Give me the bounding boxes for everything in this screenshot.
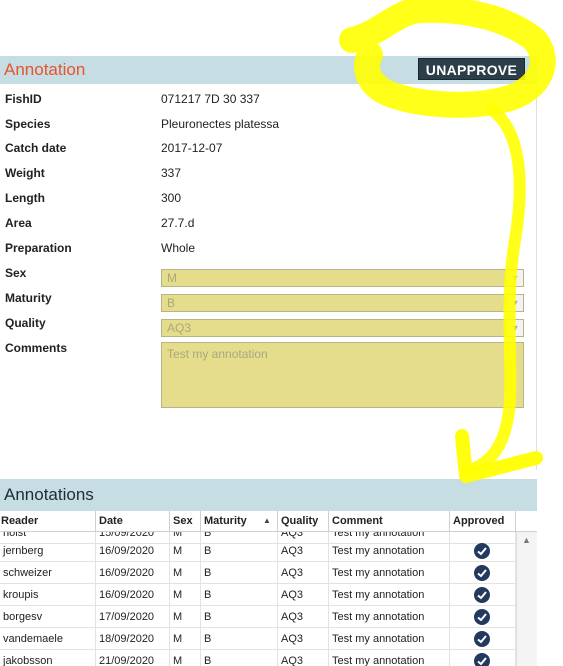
column-header-comment[interactable]: Comment [329,511,450,531]
fishid-label: FishID [5,92,42,106]
length-label: Length [5,191,45,205]
cell-date: 16/09/2020 [96,562,170,584]
table-header: Reader Date Sex Maturity ▲ Quality Commen… [0,511,537,532]
maturity-select[interactable]: B ▼ [161,294,524,312]
cell-approved [450,584,516,606]
check-circle-icon[interactable] [474,631,490,647]
table-scrollbar[interactable]: ▲ [516,531,537,666]
cell-sex: M [170,628,201,650]
table-row[interactable]: jakobsson 21/09/2020 M B AQ3 Test my ann… [0,650,516,666]
catch-date-value: 2017-12-07 [161,141,223,155]
cell-maturity: B [201,584,278,606]
species-label: Species [5,117,51,131]
cell-quality: AQ3 [278,650,329,666]
cell-sex: M [170,584,201,606]
chevron-down-icon[interactable]: ▼ [506,295,523,311]
cell-reader: schweizer [0,562,96,584]
cell-approved [450,628,516,650]
cell-comment: Test my annotation [329,540,450,562]
check-circle-icon[interactable] [474,565,490,581]
comments-textarea[interactable]: Test my annotation [161,342,524,408]
check-circle-icon[interactable] [474,609,490,625]
table-row[interactable]: vandemaele 18/09/2020 M B AQ3 Test my an… [0,628,516,650]
cell-maturity: B [201,628,278,650]
sex-select-value: M [167,271,177,285]
column-header-maturity-label: Maturity [204,515,247,527]
cell-comment: Test my annotation [329,650,450,666]
cell-quality: AQ3 [278,562,329,584]
cell-maturity: B [201,540,278,562]
quality-label: Quality [5,316,46,330]
cell-date: 16/09/2020 [96,540,170,562]
annotations-title: Annotations [4,485,94,504]
sex-select[interactable]: M ▼ [161,269,524,287]
annotations-table: holst 15/09/2020 M B AQ3 Test my annotat… [0,511,537,666]
quality-select-value: AQ3 [167,321,192,335]
cell-quality: AQ3 [278,628,329,650]
cell-maturity: B [201,606,278,628]
sort-ascending-icon: ▲ [263,516,271,525]
cell-reader: vandemaele [0,628,96,650]
check-circle-icon[interactable] [474,587,490,603]
area-label: Area [5,216,32,230]
cell-quality: AQ3 [278,540,329,562]
species-value: Pleuronectes platessa [161,117,280,131]
maturity-label: Maturity [5,291,52,305]
cell-maturity: B [201,650,278,666]
cell-date: 17/09/2020 [96,606,170,628]
area-value: 27.7.d [161,216,195,230]
check-circle-icon[interactable] [474,543,490,559]
table-row[interactable]: jernberg 16/09/2020 M B AQ3 Test my anno… [0,540,516,562]
catch-date-label: Catch date [5,141,67,155]
unapprove-button[interactable]: UNAPPROVE [418,58,525,80]
length-value: 300 [161,191,182,205]
cell-sex: M [170,606,201,628]
cell-approved [450,606,516,628]
cell-reader: kroupis [0,584,96,606]
column-header-approved[interactable]: Approved [450,511,516,531]
cell-reader: jernberg [0,540,96,562]
column-header-sex[interactable]: Sex [170,511,201,531]
cell-quality: AQ3 [278,584,329,606]
cell-approved [450,562,516,584]
preparation-value: Whole [161,241,196,255]
cell-maturity: B [201,562,278,584]
maturity-select-value: B [167,296,176,310]
column-header-maturity[interactable]: Maturity ▲ [201,511,278,531]
annotation-title: Annotation [4,60,86,79]
column-header-quality[interactable]: Quality [278,511,329,531]
weight-label: Weight [5,166,45,180]
quality-select[interactable]: AQ3 ▼ [161,319,524,337]
cell-approved [450,650,516,666]
cell-sex: M [170,562,201,584]
cell-comment: Test my annotation [329,628,450,650]
cell-approved [450,540,516,562]
table-row[interactable]: schweizer 16/09/2020 M B AQ3 Test my ann… [0,562,516,584]
column-header-date[interactable]: Date [96,511,170,531]
cell-reader: borgesv [0,606,96,628]
cell-comment: Test my annotation [329,562,450,584]
cell-sex: M [170,540,201,562]
comments-text: Test my annotation [167,347,268,361]
cell-comment: Test my annotation [329,606,450,628]
cell-sex: M [170,650,201,666]
chevron-down-icon[interactable]: ▼ [506,270,523,286]
column-header-reader[interactable]: Reader [0,511,96,531]
cell-reader: jakobsson [0,650,96,666]
scroll-up-icon[interactable]: ▲ [522,535,531,545]
chevron-down-icon[interactable]: ▼ [506,320,523,336]
cell-date: 16/09/2020 [96,584,170,606]
table-row[interactable]: borgesv 17/09/2020 M B AQ3 Test my annot… [0,606,516,628]
cell-date: 18/09/2020 [96,628,170,650]
preparation-label: Preparation [5,241,72,255]
table-row[interactable]: kroupis 16/09/2020 M B AQ3 Test my annot… [0,584,516,606]
cell-comment: Test my annotation [329,584,450,606]
check-circle-icon[interactable] [474,653,490,666]
sex-label: Sex [5,266,27,280]
comments-label: Comments [5,341,68,355]
cell-date: 21/09/2020 [96,650,170,666]
cell-quality: AQ3 [278,606,329,628]
weight-value: 337 [161,166,182,180]
fishid-value: 071217 7D 30 337 [161,92,260,106]
